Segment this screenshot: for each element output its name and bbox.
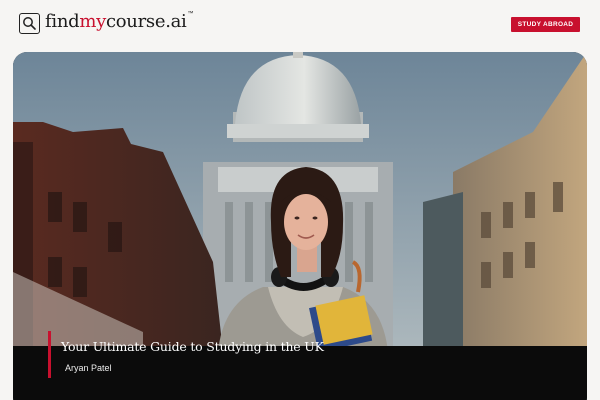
brand-logo[interactable]: findmycourse.ai™ bbox=[45, 11, 193, 32]
trademark-symbol: ™ bbox=[187, 11, 194, 17]
brand-name-suffix: course.ai bbox=[105, 11, 187, 32]
caption-accent-line bbox=[48, 331, 51, 378]
site-header: findmycourse.ai™ STUDY ABROAD bbox=[0, 0, 600, 48]
brand-name-prefix: find bbox=[45, 11, 80, 32]
article-author[interactable]: Aryan Patel bbox=[65, 363, 112, 373]
caption-bar bbox=[13, 346, 587, 400]
article-title[interactable]: Your Ultimate Guide to Studying in the U… bbox=[61, 339, 324, 354]
brand-name-accent: my bbox=[79, 11, 106, 32]
study-abroad-button[interactable]: STUDY ABROAD bbox=[511, 17, 580, 32]
hero-card[interactable]: Your Ultimate Guide to Studying in the U… bbox=[13, 52, 587, 400]
search-icon[interactable] bbox=[19, 13, 40, 34]
